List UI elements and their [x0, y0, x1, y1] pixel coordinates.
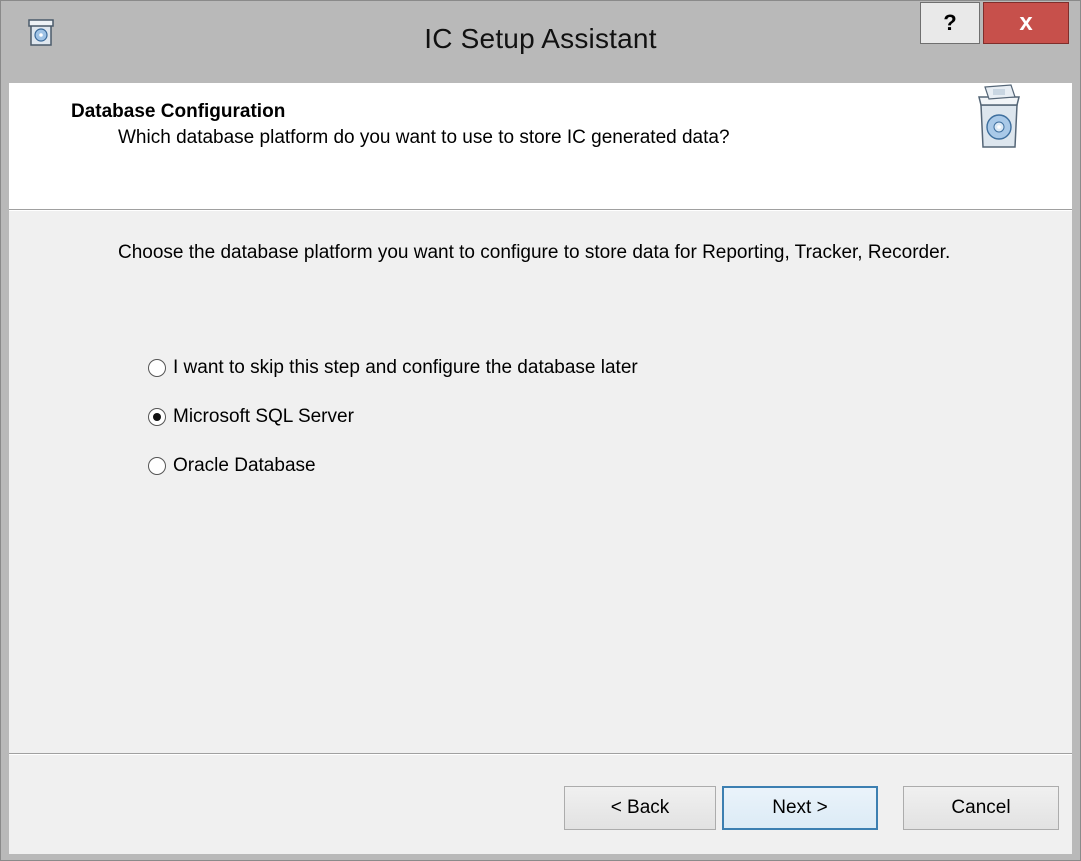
- dialog-client-area: Database Configuration Which database pl…: [9, 83, 1072, 854]
- header-separator: [9, 210, 1072, 211]
- option-skip[interactable]: I want to skip this step and configure t…: [148, 356, 638, 380]
- option-sql-server[interactable]: Microsoft SQL Server: [148, 405, 354, 429]
- radio-sql-server[interactable]: [148, 408, 166, 426]
- option-oracle[interactable]: Oracle Database: [148, 454, 316, 478]
- radio-oracle[interactable]: [148, 457, 166, 475]
- footer-separator-highlight: [9, 754, 1072, 755]
- window-title: IC Setup Assistant: [424, 23, 657, 54]
- setup-assistant-window: IC Setup Assistant ? x Database Configur…: [0, 0, 1081, 861]
- back-button[interactable]: < Back: [564, 786, 716, 830]
- header-panel: Database Configuration Which database pl…: [9, 83, 1072, 210]
- software-box-cd-icon: [978, 84, 1020, 148]
- radio-skip[interactable]: [148, 359, 166, 377]
- instructions-text: Choose the database platform you want to…: [118, 242, 951, 263]
- option-oracle-label: Oracle Database: [173, 455, 316, 476]
- help-button[interactable]: ?: [920, 2, 980, 44]
- page-title: Database Configuration: [71, 101, 286, 122]
- cancel-button[interactable]: Cancel: [903, 786, 1059, 830]
- page-subtitle: Which database platform do you want to u…: [118, 127, 730, 148]
- option-skip-label: I want to skip this step and configure t…: [173, 357, 638, 378]
- title-bar[interactable]: IC Setup Assistant ? x: [1, 1, 1080, 83]
- close-button[interactable]: x: [983, 2, 1069, 44]
- option-sql-server-label: Microsoft SQL Server: [173, 406, 354, 427]
- next-button[interactable]: Next >: [722, 786, 878, 830]
